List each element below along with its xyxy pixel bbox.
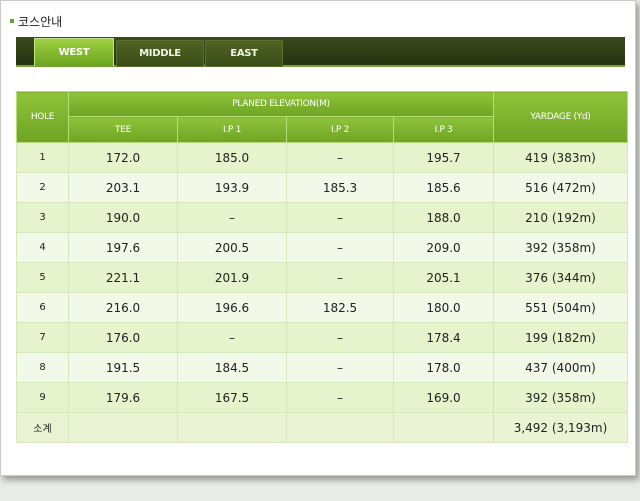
hole-number: 5: [16, 262, 69, 293]
course-table: HOLE PLANED ELEVATION(M) YARDAGE (Yd) TE…: [16, 91, 628, 443]
hole-number: 3: [16, 202, 69, 233]
table-row: 6 216.0 196.6 182.5 180.0 551 (504m): [16, 292, 628, 323]
course-guide-panel: 코스안내 WEST MIDDLE EAST HOLE PLANED ELEVAT…: [0, 0, 636, 476]
total-label: 소계: [16, 412, 69, 443]
ip1-elevation: 196.6: [177, 292, 287, 323]
empty-cell: [393, 412, 494, 443]
tee-elevation: 176.0: [68, 322, 178, 353]
table-row: 7 176.0 – – 178.4 199 (182m): [16, 322, 628, 353]
header-hole: HOLE: [16, 91, 69, 143]
hole-number: 1: [16, 142, 69, 173]
ip3-elevation: 188.0: [393, 202, 494, 233]
hole-number: 4: [16, 232, 69, 263]
ip3-elevation: 169.0: [393, 382, 494, 413]
ip3-elevation: 178.4: [393, 322, 494, 353]
header-ip3: I.P 3: [393, 116, 494, 143]
ip3-elevation: 195.7: [393, 142, 494, 173]
ip2-elevation: –: [286, 142, 394, 173]
tee-elevation: 216.0: [68, 292, 178, 323]
tee-elevation: 191.5: [68, 352, 178, 383]
ip2-elevation: –: [286, 352, 394, 383]
ip3-elevation: 205.1: [393, 262, 494, 293]
ip1-elevation: –: [177, 202, 287, 233]
yardage-value: 199 (182m): [493, 322, 628, 353]
ip1-elevation: 185.0: [177, 142, 287, 173]
yardage-value: 392 (358m): [493, 382, 628, 413]
ip1-elevation: 193.9: [177, 172, 287, 203]
table-row: 1 172.0 185.0 – 195.7 419 (383m): [16, 142, 628, 173]
table-row: 9 179.6 167.5 – 169.0 392 (358m): [16, 382, 628, 413]
table-row: 3 190.0 – – 188.0 210 (192m): [16, 202, 628, 233]
tab-east[interactable]: EAST: [205, 40, 283, 67]
page-title-text: 코스안내: [18, 14, 63, 29]
ip2-elevation: –: [286, 382, 394, 413]
ip1-elevation: 201.9: [177, 262, 287, 293]
yardage-value: 551 (504m): [493, 292, 628, 323]
tee-elevation: 221.1: [68, 262, 178, 293]
tee-elevation: 172.0: [68, 142, 178, 173]
ip2-elevation: –: [286, 202, 394, 233]
ip3-elevation: 178.0: [393, 352, 494, 383]
total-row: 소계 3,492 (3,193m): [16, 412, 628, 443]
table-row: 2 203.1 193.9 185.3 185.6 516 (472m): [16, 172, 628, 203]
ip3-elevation: 180.0: [393, 292, 494, 323]
course-tabs: WEST MIDDLE EAST: [16, 37, 625, 67]
header-tee: TEE: [68, 116, 178, 143]
total-yardage: 3,492 (3,193m): [493, 412, 628, 443]
yardage-value: 376 (344m): [493, 262, 628, 293]
tee-elevation: 197.6: [68, 232, 178, 263]
page-title: 코스안내: [10, 12, 62, 30]
ip2-elevation: –: [286, 262, 394, 293]
ip2-elevation: –: [286, 232, 394, 263]
ip1-elevation: –: [177, 322, 287, 353]
yardage-value: 419 (383m): [493, 142, 628, 173]
tee-elevation: 179.6: [68, 382, 178, 413]
ip3-elevation: 209.0: [393, 232, 494, 263]
table-row: 8 191.5 184.5 – 178.0 437 (400m): [16, 352, 628, 383]
header-ip2: I.P 2: [286, 116, 394, 143]
yardage-value: 392 (358m): [493, 232, 628, 263]
ip2-elevation: –: [286, 322, 394, 353]
hole-number: 7: [16, 322, 69, 353]
yardage-value: 516 (472m): [493, 172, 628, 203]
hole-number: 6: [16, 292, 69, 323]
ip1-elevation: 184.5: [177, 352, 287, 383]
hole-number: 2: [16, 172, 69, 203]
bullet-icon: [10, 19, 14, 23]
hole-number: 9: [16, 382, 69, 413]
tab-middle[interactable]: MIDDLE: [116, 40, 204, 67]
yardage-value: 437 (400m): [493, 352, 628, 383]
empty-cell: [286, 412, 394, 443]
yardage-value: 210 (192m): [493, 202, 628, 233]
header-yardage: YARDAGE (Yd): [493, 91, 628, 143]
table-row: 4 197.6 200.5 – 209.0 392 (358m): [16, 232, 628, 263]
header-ip1: I.P 1: [177, 116, 287, 143]
ip2-elevation: 182.5: [286, 292, 394, 323]
tab-west[interactable]: WEST: [34, 38, 114, 66]
tee-elevation: 190.0: [68, 202, 178, 233]
ip2-elevation: 185.3: [286, 172, 394, 203]
table-row: 5 221.1 201.9 – 205.1 376 (344m): [16, 262, 628, 293]
empty-cell: [68, 412, 178, 443]
tee-elevation: 203.1: [68, 172, 178, 203]
ip1-elevation: 167.5: [177, 382, 287, 413]
hole-number: 8: [16, 352, 69, 383]
ip1-elevation: 200.5: [177, 232, 287, 263]
empty-cell: [177, 412, 287, 443]
header-elevation: PLANED ELEVATION(M): [68, 91, 494, 117]
ip3-elevation: 185.6: [393, 172, 494, 203]
